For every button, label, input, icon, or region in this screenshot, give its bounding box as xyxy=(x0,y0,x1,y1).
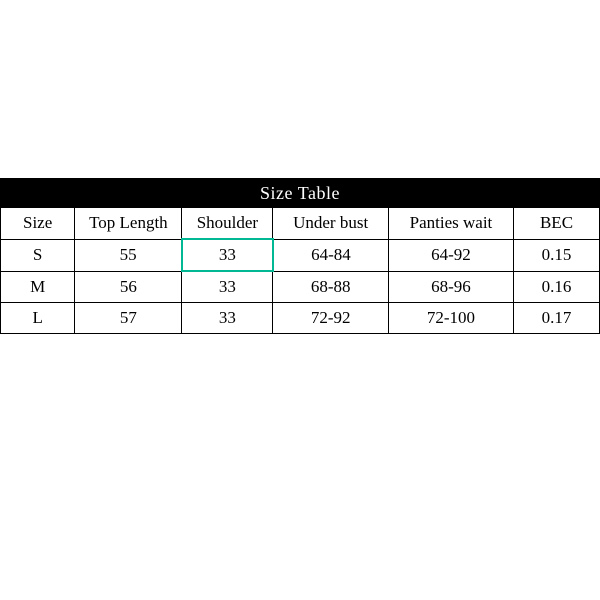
col-shoulder: Shoulder xyxy=(182,208,273,240)
cell-size: L xyxy=(1,303,75,334)
title-row: Size Table xyxy=(1,179,600,208)
table-title: Size Table xyxy=(1,179,600,208)
col-size: Size xyxy=(1,208,75,240)
cell-pantieswait: 64-92 xyxy=(388,239,513,271)
cell-shoulder: 33 xyxy=(182,303,273,334)
table-row: S 55 33 64-84 64-92 0.15 xyxy=(1,239,600,271)
page: Size Table Size Top Length Shoulder Unde… xyxy=(0,0,600,600)
col-bec: BEC xyxy=(514,208,600,240)
cell-top: 56 xyxy=(75,271,182,303)
cell-underbust: 68-88 xyxy=(273,271,389,303)
table-row: M 56 33 68-88 68-96 0.16 xyxy=(1,271,600,303)
table-row: L 57 33 72-92 72-100 0.17 xyxy=(1,303,600,334)
size-table: Size Table Size Top Length Shoulder Unde… xyxy=(0,178,600,334)
col-underbust: Under bust xyxy=(273,208,389,240)
col-top: Top Length xyxy=(75,208,182,240)
cell-shoulder-highlighted: 33 xyxy=(182,239,273,271)
cell-size: S xyxy=(1,239,75,271)
cell-bec: 0.16 xyxy=(514,271,600,303)
cell-bec: 0.15 xyxy=(514,239,600,271)
cell-size: M xyxy=(1,271,75,303)
cell-top: 55 xyxy=(75,239,182,271)
header-row: Size Top Length Shoulder Under bust Pant… xyxy=(1,208,600,240)
cell-shoulder: 33 xyxy=(182,271,273,303)
cell-underbust: 72-92 xyxy=(273,303,389,334)
col-pantieswait: Panties wait xyxy=(388,208,513,240)
cell-pantieswait: 68-96 xyxy=(388,271,513,303)
cell-underbust: 64-84 xyxy=(273,239,389,271)
cell-pantieswait: 72-100 xyxy=(388,303,513,334)
cell-top: 57 xyxy=(75,303,182,334)
cell-bec: 0.17 xyxy=(514,303,600,334)
